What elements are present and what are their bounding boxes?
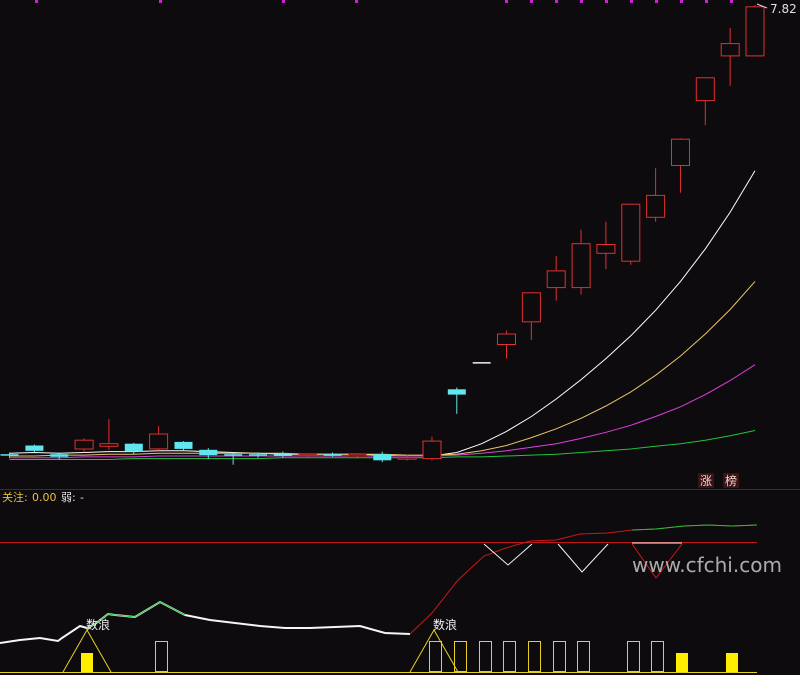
header-value-ruo: - — [80, 491, 84, 504]
header-value-guanzhu: 0.00 — [32, 491, 57, 504]
candle-body — [621, 203, 641, 262]
candle-body — [149, 433, 169, 450]
annotation-label-1: 数浪 — [86, 617, 110, 632]
badge-char-2: 榜 — [725, 473, 737, 488]
candle-body — [174, 441, 193, 449]
candle-body — [124, 443, 143, 452]
candle-body — [596, 244, 616, 254]
candle-body — [720, 43, 740, 57]
candle-body — [521, 292, 541, 323]
candle-body — [472, 362, 491, 364]
candle-body — [373, 454, 392, 461]
candle-body — [695, 77, 715, 102]
candle-body — [447, 389, 466, 395]
candle — [745, 5, 765, 57]
candle-body — [74, 439, 94, 450]
candle-body — [546, 270, 566, 289]
annotation-label-2: 数浪 — [433, 617, 457, 632]
candle-body — [25, 445, 44, 451]
candle-body — [99, 443, 119, 447]
candle — [472, 362, 491, 364]
candle-body — [347, 453, 367, 457]
candle-body — [397, 457, 417, 460]
signal-bar-solid — [81, 653, 93, 672]
candle — [621, 203, 641, 265]
candle-body — [0, 454, 19, 456]
signal-bar-solid — [726, 653, 738, 672]
candle-body — [199, 449, 218, 456]
chart-canvas: 7.82 涨 榜 关注: 0.00 弱: - 数浪 数浪 www.cfchi.c… — [0, 0, 800, 675]
candle-body — [249, 454, 267, 456]
candle-body — [298, 453, 318, 457]
candle-body — [422, 440, 442, 460]
watermark: www.cfchi.com — [632, 553, 782, 577]
header-label-guanzhu: 关注: — [2, 490, 28, 504]
candle-body — [671, 138, 690, 166]
badge-char-1: 涨 — [700, 473, 712, 488]
sub-panel-header: 关注: 0.00 弱: - — [2, 490, 84, 504]
header-label-ruo: 弱: — [61, 491, 76, 504]
candle-body — [50, 454, 69, 457]
candle-body — [646, 194, 666, 218]
candle-body — [571, 243, 591, 289]
candle-body — [224, 454, 243, 456]
candle-body — [273, 454, 292, 456]
candle-body — [497, 333, 516, 345]
signal-bar-solid — [676, 653, 688, 672]
high-price-label: 7.82 — [770, 2, 797, 16]
candle-body — [323, 454, 342, 456]
candle-body — [745, 6, 765, 57]
